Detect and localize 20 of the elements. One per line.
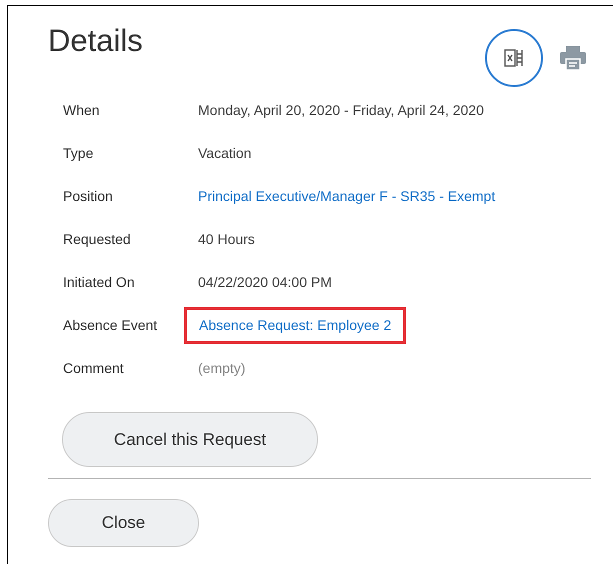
field-value: 40 Hours: [198, 230, 255, 249]
field-value: (empty): [198, 359, 246, 378]
export-button[interactable]: [485, 29, 543, 87]
field-label: When: [63, 101, 101, 120]
field-label: Comment: [63, 359, 125, 378]
cancel-request-button[interactable]: Cancel this Request: [62, 412, 318, 467]
field-label: Position: [63, 187, 114, 206]
close-button[interactable]: Close: [48, 499, 199, 547]
spreadsheet-export-icon: [503, 47, 525, 69]
field-label: Initiated On: [63, 273, 136, 292]
field-label: Type: [63, 144, 94, 163]
field-label: Absence Event: [63, 316, 158, 335]
field-value: Monday, April 20, 2020 - Friday, April 24, 2020: [198, 101, 484, 120]
field-link[interactable]: Principal Executive/Manager F - SR35 - Exempt: [198, 186, 496, 207]
field-label: Requested: [63, 230, 132, 249]
field-link[interactable]: Absence Request: Employee 2: [184, 307, 406, 344]
field-value: 04/22/2020 04:00 PM: [198, 273, 332, 292]
field-value: Vacation: [198, 144, 252, 163]
details-title: Details: [48, 23, 143, 59]
print-icon: [559, 45, 587, 71]
